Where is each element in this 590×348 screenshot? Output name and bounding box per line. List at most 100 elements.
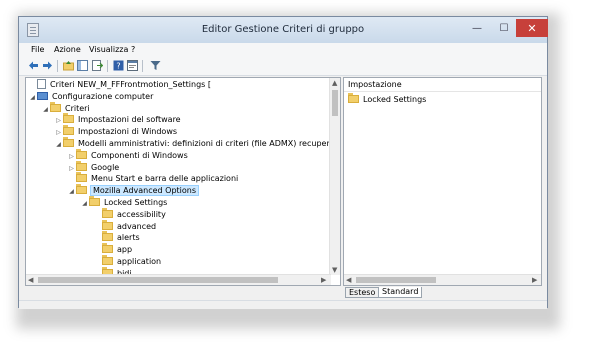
help-icon[interactable]: ? (113, 60, 124, 71)
folder-icon (89, 196, 100, 206)
maximize-button[interactable]: ☐ (491, 19, 517, 37)
expand-toggle-icon[interactable]: ▷ (67, 163, 76, 174)
menu-help[interactable]: ? (131, 45, 135, 54)
tree-item[interactable]: ▷ Componenti di Windows (67, 148, 188, 162)
up-folder-icon[interactable] (63, 60, 74, 71)
tree-item[interactable]: ▷ Impostazioni del software (54, 113, 181, 126)
tree-item-label: Componenti di Windows (91, 150, 188, 160)
menu-bar: File Azione Visualizza ? (19, 43, 547, 57)
column-header-label: Impostazione (348, 80, 402, 89)
tree-item[interactable]: ◢ Configurazione computer (28, 91, 153, 102)
status-bar (19, 300, 547, 309)
folder-icon (50, 101, 61, 112)
scroll-left-icon[interactable]: ◀ (28, 276, 33, 284)
filter-icon[interactable] (150, 60, 161, 71)
tree-item-label: Modelli amministrativi: definizioni di c… (78, 139, 341, 148)
export-list-icon[interactable] (92, 60, 103, 71)
expand-toggle-icon[interactable]: ◢ (54, 139, 63, 150)
menu-azione[interactable]: Azione (54, 45, 81, 54)
folder-icon (76, 160, 87, 171)
expand-toggle-icon[interactable]: ▷ (54, 127, 63, 138)
tree-item[interactable]: Criteri NEW_M_FFFrontmotion_Settings [ (28, 79, 211, 90)
tree-item[interactable]: application (93, 255, 162, 267)
policy-icon (37, 79, 46, 89)
show-hide-tree-icon[interactable] (77, 60, 88, 71)
expand-toggle-icon[interactable]: ◢ (80, 198, 89, 209)
tree-item[interactable]: ◢ Modelli amministrativi: definizioni di … (54, 137, 341, 150)
toolbar-separator (107, 60, 108, 72)
details-horizontal-scrollbar[interactable]: ◀ ▶ (344, 274, 541, 285)
scroll-thumb[interactable] (332, 90, 338, 116)
tree-item[interactable]: advanced (93, 219, 157, 232)
details-pane: Impostazione Locked Settings ◀ ▶ (343, 77, 542, 286)
folder-icon (63, 125, 74, 136)
folder-icon (102, 219, 113, 230)
folder-icon (76, 184, 87, 195)
close-button[interactable]: ✕ (516, 19, 548, 37)
folder-icon (63, 137, 74, 147)
scroll-up-icon[interactable]: ▲ (332, 79, 337, 87)
minimize-button[interactable]: — (464, 19, 490, 37)
tree-item[interactable]: app (93, 243, 133, 255)
tree-item[interactable]: accessibility (93, 207, 166, 220)
tree-item-label: Mozilla Advanced Options (89, 185, 200, 197)
tree-item-label: alerts (117, 233, 140, 243)
tree-item-label: Impostazioni di Windows (78, 127, 178, 137)
expand-toggle-icon[interactable]: ◢ (28, 92, 37, 103)
tree-item-label: Criteri (65, 103, 90, 113)
expand-toggle-icon[interactable]: ◢ (41, 104, 50, 115)
tab-esteso[interactable]: Esteso (345, 287, 380, 298)
tab-standard[interactable]: Standard (378, 287, 423, 298)
folder-icon (76, 148, 87, 159)
scroll-right-icon[interactable]: ▶ (321, 276, 326, 284)
tree-item[interactable]: ◢ Locked Settings (80, 196, 168, 209)
tree-vertical-scrollbar[interactable]: ▲ ▼ (329, 78, 340, 275)
column-header[interactable]: Impostazione (344, 78, 541, 92)
title-bar[interactable]: Editor Gestione Criteri di gruppo — ☐ ✕ (19, 17, 548, 43)
scroll-down-icon[interactable]: ▼ (332, 266, 337, 274)
tree-item-label: Menu Start e barra delle applicazioni (91, 174, 239, 184)
gpo-editor-window: Editor Gestione Criteri di gruppo — ☐ ✕ … (18, 16, 548, 309)
tree-item-label: advanced (117, 221, 157, 231)
folder-icon (63, 113, 74, 124)
tree-item[interactable]: alerts (93, 231, 140, 243)
folder-icon (102, 243, 113, 254)
tree-item-label: app (117, 245, 133, 255)
scroll-thumb[interactable] (38, 277, 278, 283)
menu-file[interactable]: File (31, 45, 44, 54)
expand-toggle-icon[interactable]: ◢ (67, 186, 76, 197)
list-item-label: Locked Settings (363, 95, 427, 104)
folder-icon (102, 207, 113, 218)
svg-text:?: ? (116, 62, 120, 71)
menu-visualizza[interactable]: Visualizza (89, 45, 128, 54)
view-tabs: Esteso Standard (343, 287, 542, 299)
scroll-right-icon[interactable]: ▶ (532, 276, 537, 284)
tree-item[interactable]: ▷ Impostazioni di Windows (54, 125, 178, 138)
scroll-left-icon[interactable]: ◀ (346, 276, 351, 284)
tree-item-label: Impostazioni del software (78, 115, 181, 125)
toolbar-separator (142, 60, 143, 72)
expand-toggle-icon[interactable]: ▷ (67, 151, 76, 162)
tree-item-label: Locked Settings (104, 198, 168, 207)
toolbar-separator (57, 60, 58, 72)
scroll-thumb[interactable] (356, 277, 436, 283)
tree-item-label: Google (91, 162, 120, 172)
list-item[interactable]: Locked Settings (348, 93, 427, 105)
computer-icon (37, 91, 48, 100)
forward-arrow-icon[interactable] (42, 60, 53, 71)
tree-item-label: application (117, 257, 162, 266)
tree-item[interactable]: Menu Start e barra delle applicazioni (67, 172, 239, 184)
back-arrow-icon[interactable] (28, 60, 39, 71)
tree-horizontal-scrollbar[interactable]: ◀ ▶ (26, 274, 331, 285)
tree-item[interactable]: ◢ Criteri (41, 101, 90, 115)
tree-item[interactable]: ▷ Google (67, 160, 120, 174)
tree-item[interactable]: ◢ Mozilla Advanced Options (67, 184, 200, 197)
toolbar: ? (19, 57, 547, 76)
properties-icon[interactable] (127, 60, 138, 71)
folder-icon (348, 93, 359, 103)
tree-pane: Criteri NEW_M_FFFrontmotion_Settings [◢ C… (25, 77, 341, 286)
folder-icon (102, 255, 113, 265)
folder-icon (76, 172, 87, 183)
expand-toggle-icon[interactable]: ▷ (54, 115, 63, 126)
tree-item-label: Configurazione computer (52, 91, 154, 101)
